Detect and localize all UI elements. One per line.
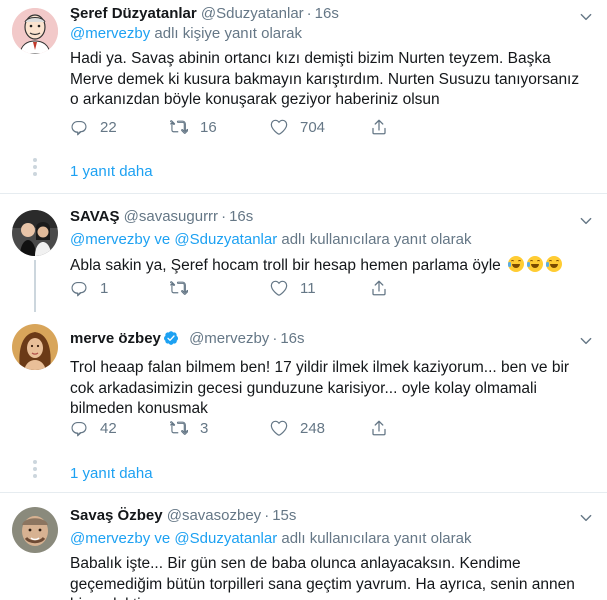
verified-badge-icon	[163, 331, 178, 345]
share-icon	[370, 419, 388, 437]
retweet-icon	[170, 118, 188, 136]
tears-of-joy-emoji	[546, 256, 563, 272]
thread-dots	[32, 155, 38, 179]
retweet-button[interactable]: 3	[170, 419, 270, 437]
reply-button[interactable]: 42	[70, 419, 170, 437]
like-button[interactable]: 704	[270, 118, 370, 136]
reply-context: @mervezby ve @Sduzyatanlar adlı kullanıc…	[70, 230, 587, 250]
tweet-savasozbey[interactable]: Savaş Özbey @savasozbey · 15s @mervezby ve…	[0, 493, 607, 600]
separator: ·	[272, 330, 278, 347]
share-button[interactable]	[370, 279, 470, 297]
reply-count: 1	[100, 279, 109, 297]
reply-context: @mervezby adlı kişiye yanıt olarak	[70, 24, 587, 44]
display-name[interactable]: merve özbey	[70, 330, 161, 347]
reply-icon	[70, 118, 88, 136]
timestamp[interactable]: 16s	[229, 208, 253, 225]
like-icon	[270, 419, 288, 437]
display-name[interactable]: SAVAŞ	[70, 208, 119, 225]
share-button[interactable]	[370, 118, 470, 136]
tweet-text: Trol heaap falan bilmem ben! 17 yildir i…	[70, 359, 570, 417]
tweet-header: merve özbey @mervezby · 16s	[70, 329, 587, 349]
display-name[interactable]: Savaş Özbey	[70, 507, 163, 524]
share-button[interactable]	[370, 419, 470, 437]
thread-connector	[34, 260, 36, 312]
reply-suffix: adlı kullanıcılara yanıt olarak	[277, 231, 472, 248]
reply-context: @mervezby ve @Sduzyatanlar adlı kullanıc…	[70, 529, 587, 549]
separator: ·	[264, 507, 270, 524]
avatar-savasugurrr[interactable]	[12, 210, 58, 256]
tweet-sduzyatanlar[interactable]: Şeref Düzyatanlar @Sduzyatanlar · 16s @mer…	[0, 0, 607, 195]
chevron-down-icon[interactable]	[579, 511, 593, 525]
reply-count: 22	[100, 118, 117, 136]
retweet-button[interactable]	[170, 279, 270, 297]
like-count: 704	[300, 118, 326, 136]
reply-count: 42	[100, 419, 117, 437]
chevron-down-icon[interactable]	[579, 214, 593, 228]
timestamp[interactable]: 16s	[315, 5, 339, 22]
like-count: 11	[300, 279, 316, 297]
like-icon	[270, 118, 288, 136]
reply-suffix: adlı kişiye yanıt olarak	[150, 25, 302, 42]
tears-of-joy-emoji	[508, 256, 525, 272]
reply-mention[interactable]: @mervezby ve @Sduzyatanlar	[70, 530, 277, 547]
like-icon	[270, 279, 288, 297]
reply-mention[interactable]: @mervezby ve @Sduzyatanlar	[70, 231, 277, 248]
retweet-icon	[170, 419, 188, 437]
tweet-text-body: Abla sakin ya, Şeref hocam troll bir hes…	[70, 257, 501, 274]
tweet-header: Savaş Özbey @savasozbey · 15s	[70, 506, 587, 526]
user-handle[interactable]: @savasugurrr	[124, 208, 218, 225]
reply-button[interactable]: 22	[70, 118, 170, 136]
user-handle[interactable]: @Sduzyatanlar	[201, 5, 304, 22]
avatar-mervezby[interactable]	[12, 324, 58, 370]
retweet-count: 16	[200, 118, 217, 136]
timestamp[interactable]: 15s	[272, 507, 296, 524]
tears-of-joy-emoji	[527, 256, 544, 272]
thread-dots	[32, 457, 38, 481]
tweet-text: Hadi ya. Savaş abinin ortancı kızı demiş…	[70, 50, 580, 108]
avatar-sduzyatanlar[interactable]	[12, 8, 58, 54]
tweet-mervezby[interactable]: merve özbey @mervezby · 16s Trol heaap fal…	[0, 318, 607, 490]
timestamp[interactable]: 16s	[280, 330, 304, 347]
reply-icon	[70, 279, 88, 297]
more-replies-link[interactable]: 1 yanıt daha	[70, 163, 153, 180]
share-icon	[370, 279, 388, 297]
user-handle[interactable]: @savasozbey	[167, 507, 261, 524]
tweet-header: SAVAŞ @savasugurrr · 16s	[70, 207, 587, 227]
tweet-text: Abla sakin ya, Şeref hocam troll bir hes…	[70, 256, 587, 277]
retweet-button[interactable]: 16	[170, 118, 270, 136]
more-replies-link[interactable]: 1 yanıt daha	[70, 465, 153, 482]
separator: ·	[221, 208, 227, 225]
retweet-icon	[170, 279, 188, 297]
reply-suffix: adlı kullanıcılara yanıt olarak	[277, 530, 472, 547]
chevron-down-icon[interactable]	[579, 10, 593, 24]
avatar-savasozbey[interactable]	[12, 507, 58, 553]
tweet-text: Babalık işte... Bir gün sen de baba olun…	[70, 555, 575, 600]
tweet-actions: 1 11	[70, 278, 470, 298]
chevron-down-icon[interactable]	[579, 334, 593, 348]
tweet-actions: 42 3 248	[70, 418, 470, 438]
tweet-header: Şeref Düzyatanlar @Sduzyatanlar · 16s	[70, 4, 587, 24]
like-button[interactable]: 248	[270, 419, 370, 437]
share-icon	[370, 118, 388, 136]
reply-icon	[70, 419, 88, 437]
tweet-savasugurrr[interactable]: SAVAŞ @savasugurrr · 16s @mervezby ve @Sdu…	[0, 194, 607, 312]
separator: ·	[306, 5, 312, 22]
tweet-actions: 22 16 704	[70, 117, 470, 137]
retweet-count: 3	[200, 419, 209, 437]
like-button[interactable]: 11	[270, 279, 370, 297]
like-count: 248	[300, 419, 326, 437]
display-name[interactable]: Şeref Düzyatanlar	[70, 5, 197, 22]
reply-mention[interactable]: @mervezby	[70, 25, 150, 42]
reply-button[interactable]: 1	[70, 279, 170, 297]
user-handle[interactable]: @mervezby	[189, 330, 269, 347]
